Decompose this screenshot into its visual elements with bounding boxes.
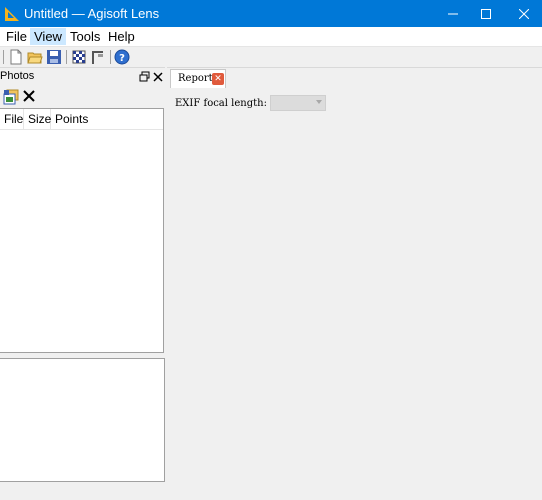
photos-list-header: File Size Points — [0, 109, 163, 130]
photos-toolbar — [0, 86, 165, 108]
calibration-icon[interactable] — [90, 49, 106, 65]
save-icon[interactable] — [46, 49, 62, 65]
remove-photos-icon[interactable] — [23, 90, 35, 102]
close-window-button[interactable] — [506, 0, 542, 27]
maximize-icon — [481, 8, 491, 19]
toolbar-separator — [66, 50, 67, 64]
photos-panel-title: Photos — [0, 70, 35, 82]
svg-text:?: ? — [119, 53, 125, 64]
undock-icon[interactable] — [139, 71, 151, 83]
menu-bar: File View Tools Help — [0, 27, 542, 47]
help-icon[interactable]: ? — [114, 49, 130, 65]
main-toolbar: ? — [0, 47, 542, 68]
toolbar-grip — [3, 50, 4, 64]
report-view: EXIF focal length: — [167, 88, 542, 500]
photos-panel-header: Photos — [0, 69, 165, 86]
minimize-icon — [448, 13, 458, 14]
document-tab-bar: Report ✕ — [167, 67, 542, 89]
chevron-down-icon — [316, 100, 322, 104]
open-icon[interactable] — [27, 49, 43, 65]
maximize-button[interactable] — [468, 0, 504, 27]
minimize-button[interactable] — [435, 0, 471, 27]
app-logo-icon — [5, 7, 19, 21]
photo-preview-panel — [0, 358, 165, 482]
close-tab-icon[interactable]: ✕ — [212, 73, 224, 85]
exif-focal-length-select[interactable] — [270, 95, 326, 111]
photos-list[interactable]: File Size Points — [0, 108, 164, 353]
menu-view[interactable]: View — [30, 28, 66, 45]
tab-report[interactable]: Report ✕ — [170, 69, 226, 88]
menu-tools[interactable]: Tools — [66, 28, 104, 45]
column-size[interactable]: Size — [24, 109, 51, 129]
close-icon — [519, 8, 529, 19]
column-file[interactable]: File — [0, 109, 24, 129]
tab-report-label: Report — [178, 73, 213, 84]
column-points[interactable]: Points — [51, 109, 165, 129]
checkerboard-icon[interactable] — [71, 49, 87, 65]
window-title: Untitled — Agisoft Lens — [24, 6, 160, 21]
menu-file[interactable]: File — [2, 28, 31, 45]
exif-focal-length-label: EXIF focal length: — [175, 98, 267, 109]
close-panel-icon[interactable] — [152, 71, 164, 83]
new-icon[interactable] — [8, 49, 24, 65]
menu-help[interactable]: Help — [104, 28, 139, 45]
add-photos-icon[interactable] — [3, 89, 19, 105]
toolbar-separator — [110, 50, 111, 64]
title-bar: Untitled — Agisoft Lens — [0, 0, 542, 27]
